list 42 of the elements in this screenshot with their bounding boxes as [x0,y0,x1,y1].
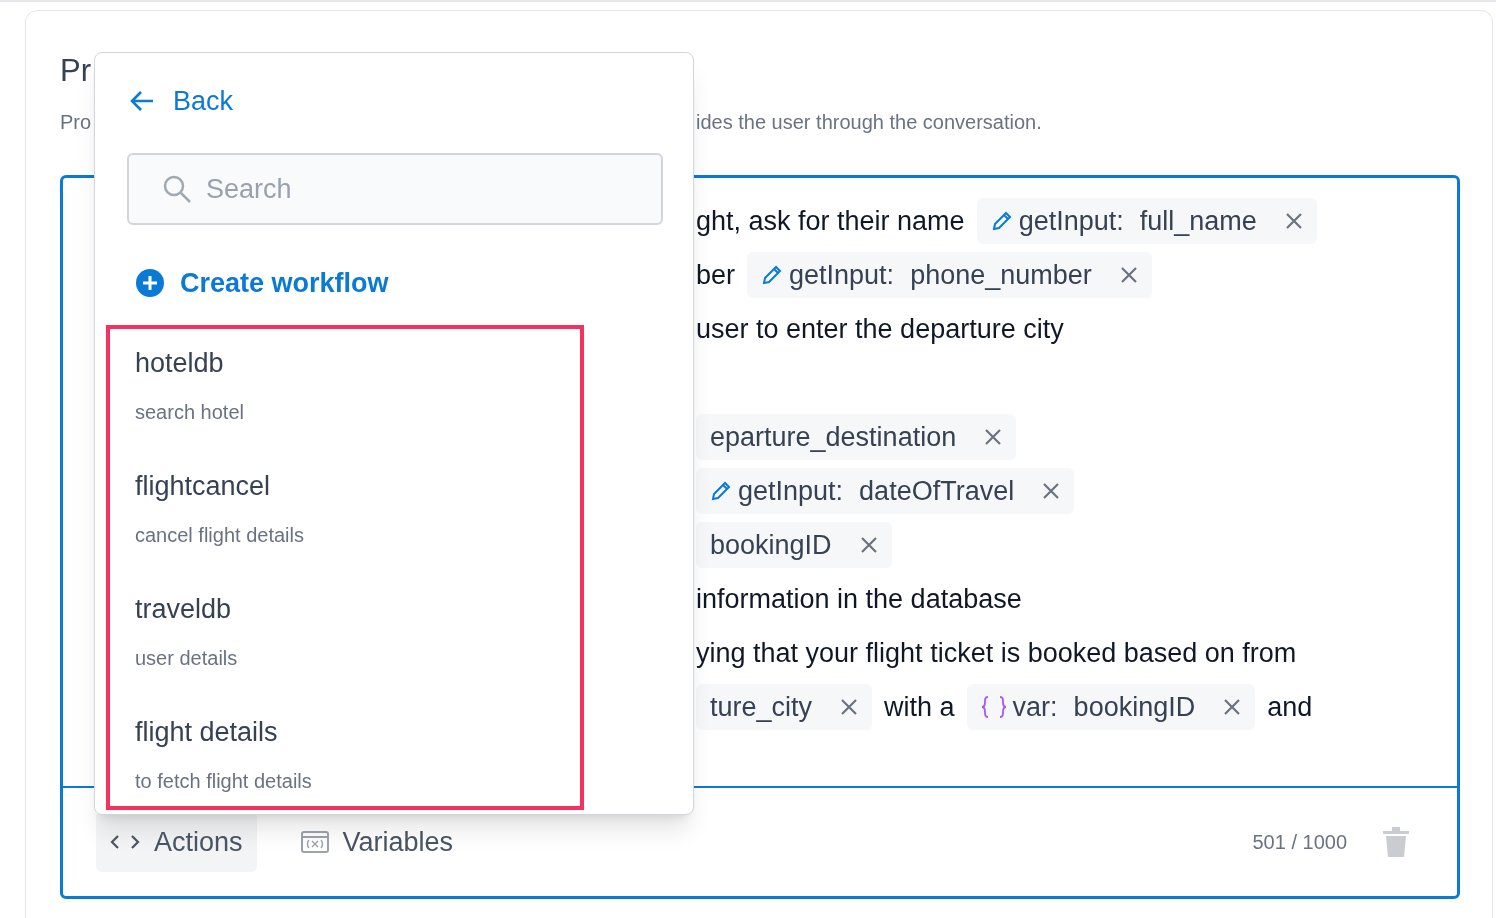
description-text: Pro [60,110,93,135]
close-icon[interactable] [1223,698,1242,716]
variable-chip[interactable]: ture_city [696,684,873,730]
section-title: Pr [60,52,92,90]
create-workflow-button[interactable]: Create workflow [136,263,389,304]
line-text: ber [696,258,736,292]
variable-chip[interactable]: getInput: phone_number [747,252,1152,298]
search-input[interactable]: Search [206,168,606,210]
line-text: information in the database [696,582,1022,616]
line-text: with a [884,690,955,724]
line-text: and [1267,690,1313,724]
variable-chip[interactable]: bookingID [696,522,892,568]
variable-icon [300,831,329,853]
character-counter: 501 / 1000 [1252,830,1347,855]
variables-button[interactable]: Variables [286,812,468,872]
variable-chip[interactable]: getInput: full_name [976,198,1317,244]
variable-chip[interactable]: eparture_destination [696,414,1017,460]
line-text: user to enter the departure city [696,312,1064,346]
close-icon[interactable] [1119,266,1138,284]
pencil-icon [990,210,1013,232]
workflow-item[interactable]: flightcancel cancel flight details [135,464,555,587]
workflow-item[interactable]: hoteldb search hotel [135,341,555,464]
plus-icon [136,269,164,298]
close-icon[interactable] [984,428,1003,446]
close-icon[interactable] [1284,212,1303,230]
line-text: ying that your flight ticket is booked based on from [696,636,1297,670]
back-button[interactable]: Back [129,81,234,122]
workflow-item[interactable]: traveldb user details [135,587,555,710]
actions-button[interactable]: Actions [96,812,257,872]
pencil-icon [761,264,784,286]
search-field[interactable]: Search [127,153,663,225]
close-icon[interactable] [840,698,859,716]
braces-icon [980,696,1007,718]
pencil-icon [710,480,732,502]
variable-chip[interactable]: var: bookingID [966,684,1256,730]
close-icon[interactable] [859,536,878,554]
variable-chip[interactable]: getInput: dateOfTravel [696,468,1075,514]
description-text: ides the user through the conversation. [696,110,1042,135]
search-icon [162,174,192,204]
code-icon [110,834,140,850]
close-icon[interactable] [1042,482,1061,500]
line-text: ght, ask for their name [696,204,965,238]
